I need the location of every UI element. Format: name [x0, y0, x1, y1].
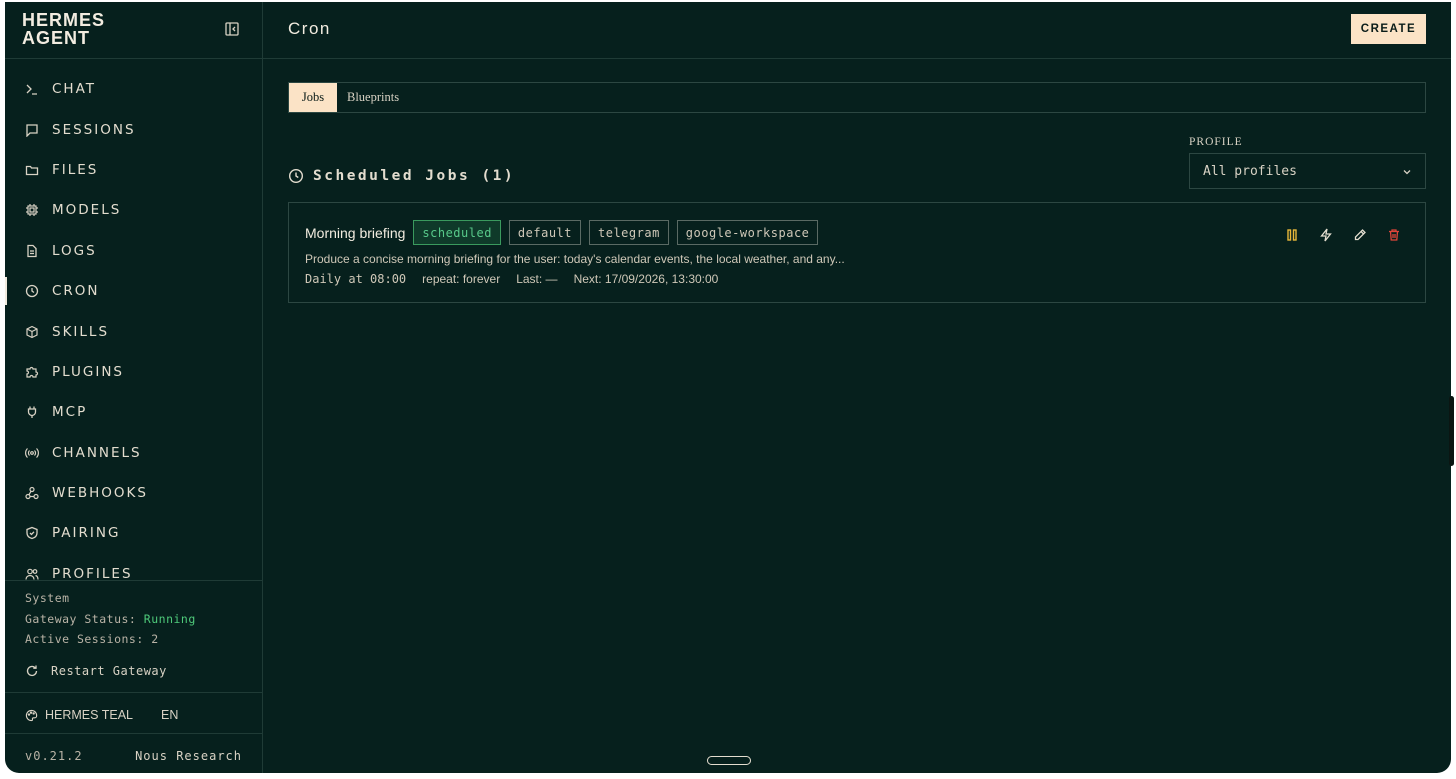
sidebar: HERMES AGENT CHAT SESSIONS FILES MODELS …	[5, 2, 263, 773]
brand-row: HERMES AGENT	[5, 2, 263, 59]
job-actions	[1284, 227, 1420, 243]
gateway-status: Gateway Status: Running	[25, 612, 263, 633]
theme-row: HERMES TEAL EN	[25, 708, 178, 722]
job-meta: Daily at 08:00 repeat: forever Last: — N…	[305, 272, 734, 286]
sidebar-footer: v0.21.2 Nous Research	[5, 733, 263, 773]
refresh-icon	[25, 664, 39, 678]
sidebar-item-plugins[interactable]: PLUGINS	[5, 352, 263, 392]
status-badge: scheduled	[413, 220, 501, 245]
sidebar-item-cron[interactable]: CRON	[5, 271, 263, 311]
sidebar-item-label: SESSIONS	[52, 121, 136, 138]
sidebar-collapse-icon[interactable]	[224, 21, 240, 37]
active-sessions: Active Sessions: 2	[25, 632, 263, 653]
users-icon	[25, 567, 39, 581]
sidebar-item-label: CHAT	[52, 81, 97, 98]
restart-gateway-label: Restart Gateway	[51, 664, 167, 678]
tag-badge: telegram	[589, 220, 669, 245]
sidebar-item-models[interactable]: MODELS	[5, 190, 263, 230]
gateway-status-value: Running	[143, 611, 196, 626]
tab-bar: Jobs Blueprints	[288, 82, 1426, 113]
sidebar-item-skills[interactable]: SKILLS	[5, 311, 263, 351]
job-schedule: Daily at 08:00	[305, 272, 407, 286]
sidebar-item-label: CRON	[52, 283, 100, 300]
active-sessions-label: Active Sessions:	[25, 632, 144, 646]
job-next-run: Next: 17/09/2026, 13:30:00	[573, 272, 719, 286]
profile-filter-label: PROFILE	[1189, 136, 1243, 148]
job-name: Morning briefing	[305, 224, 406, 241]
profile-select[interactable]: All profiles	[1189, 153, 1426, 189]
sidebar-item-chat[interactable]: CHAT	[5, 69, 263, 109]
device-side-button	[1449, 396, 1454, 466]
system-panel: System Gateway Status: Running Active Se…	[5, 580, 263, 693]
section-title-text: Scheduled Jobs (1)	[313, 168, 516, 184]
trash-icon[interactable]	[1386, 227, 1402, 243]
palette-icon	[25, 709, 38, 722]
sidebar-item-sessions[interactable]: SESSIONS	[5, 109, 263, 149]
restart-gateway-button[interactable]: Restart Gateway	[25, 664, 167, 678]
tab-jobs[interactable]: Jobs	[289, 83, 337, 112]
package-icon	[25, 325, 39, 339]
sidebar-item-channels[interactable]: CHANNELS	[5, 433, 263, 473]
folder-icon	[25, 163, 39, 177]
profile-select-value: All profiles	[1203, 163, 1297, 179]
webhook-icon	[25, 486, 39, 500]
sidebar-item-label: MCP	[52, 404, 88, 421]
clock-icon	[25, 284, 39, 298]
sidebar-item-label: LOGS	[52, 242, 97, 259]
clock-icon	[288, 168, 304, 184]
sidebar-item-label: MODELS	[52, 202, 122, 219]
tab-blueprints[interactable]: Blueprints	[347, 83, 399, 112]
app-version: v0.21.2	[25, 749, 83, 763]
radio-icon	[25, 446, 39, 460]
language-switcher[interactable]: EN	[161, 708, 178, 722]
theme-switcher[interactable]: HERMES TEAL	[45, 708, 133, 722]
gateway-status-label: Gateway Status:	[25, 611, 137, 626]
sidebar-item-webhooks[interactable]: WEBHOOKS	[5, 473, 263, 513]
brand-logo: HERMES AGENT	[22, 11, 122, 47]
sidebar-item-label: WEBHOOKS	[52, 485, 148, 502]
brand-line-2: AGENT	[22, 28, 90, 48]
lightning-icon[interactable]	[1318, 227, 1334, 243]
system-heading: System	[25, 591, 70, 605]
job-description: Produce a concise morning briefing for t…	[305, 252, 845, 266]
tag-badge: default	[508, 220, 581, 245]
main-content: Cron CREATE Jobs Blueprints PROFILE All …	[263, 2, 1451, 773]
job-repeat: repeat: forever	[422, 272, 501, 286]
sidebar-item-logs[interactable]: LOGS	[5, 231, 263, 271]
sidebar-item-label: PLUGINS	[52, 363, 124, 380]
tag-badge: google-workspace	[676, 220, 819, 245]
sidebar-item-label: FILES	[52, 161, 99, 178]
home-indicator	[707, 756, 751, 765]
top-bar: Cron CREATE	[263, 2, 1451, 59]
brand-line-1: HERMES	[22, 10, 106, 30]
sidebar-item-label: CHANNELS	[52, 444, 142, 461]
shield-icon	[25, 526, 39, 540]
message-square-icon	[25, 123, 39, 137]
chevron-down-icon	[1401, 166, 1413, 178]
file-text-icon	[25, 244, 39, 258]
sidebar-item-label: SKILLS	[52, 323, 110, 340]
sidebar-item-files[interactable]: FILES	[5, 150, 263, 190]
plug-icon	[25, 405, 39, 419]
job-card[interactable]: Morning briefing scheduled default teleg…	[288, 202, 1426, 303]
job-header: Morning briefing scheduled default teleg…	[305, 220, 826, 245]
cpu-icon	[25, 203, 39, 217]
puzzle-icon	[25, 365, 39, 379]
active-sessions-value: 2	[151, 632, 159, 646]
job-last-run: Last: —	[516, 272, 558, 286]
page-title: Cron	[288, 19, 331, 38]
sidebar-item-label: PAIRING	[52, 525, 121, 542]
sidebar-item-mcp[interactable]: MCP	[5, 392, 263, 432]
create-button[interactable]: CREATE	[1351, 14, 1426, 44]
sidebar-item-pairing[interactable]: PAIRING	[5, 513, 263, 553]
pencil-icon[interactable]	[1352, 227, 1368, 243]
sidebar-nav: CHAT SESSIONS FILES MODELS LOGS CRON SKI…	[5, 69, 263, 594]
section-title: Scheduled Jobs (1)	[288, 168, 515, 184]
terminal-icon	[25, 82, 39, 96]
app-window: HERMES AGENT CHAT SESSIONS FILES MODELS …	[5, 2, 1451, 773]
org-link[interactable]: Nous Research	[135, 749, 242, 763]
pause-icon[interactable]	[1284, 227, 1300, 243]
